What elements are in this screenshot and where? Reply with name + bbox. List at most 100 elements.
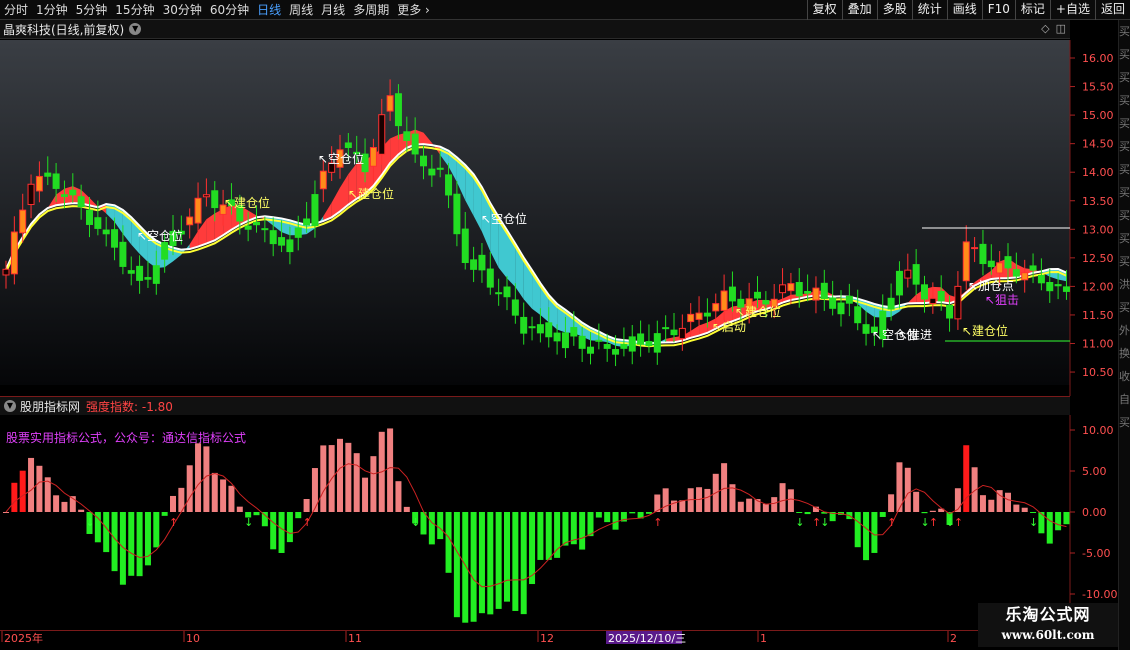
toolbar-button-8[interactable]: 返回 bbox=[1094, 0, 1130, 20]
toolbar-button-5[interactable]: F10 bbox=[981, 0, 1015, 20]
candle-body bbox=[937, 290, 945, 302]
candle-body bbox=[795, 282, 803, 297]
buy-arrow-icon: ↑ bbox=[169, 516, 178, 529]
histogram-bar bbox=[988, 499, 995, 512]
candle-body bbox=[420, 155, 427, 167]
candle-body bbox=[69, 189, 77, 196]
annotation-label: ↖建仓位 bbox=[224, 195, 270, 210]
price-tick-label: 15.00 bbox=[1082, 109, 1114, 122]
candle-body bbox=[136, 265, 144, 281]
histogram-bar bbox=[1021, 507, 1028, 512]
period-tab-2[interactable]: 5分钟 bbox=[72, 0, 112, 20]
strip-char: 换 bbox=[1119, 347, 1130, 360]
histogram-bar bbox=[595, 512, 602, 518]
histogram-bar bbox=[36, 465, 43, 512]
site-logo: 乐淘公式网 www.60lt.com bbox=[978, 603, 1118, 647]
candle-body bbox=[194, 197, 202, 224]
candle-body bbox=[528, 326, 536, 329]
candle-body bbox=[2, 268, 10, 276]
candle-body bbox=[670, 329, 678, 336]
histogram-bar bbox=[186, 465, 193, 512]
toolbar-button-7[interactable]: +自选 bbox=[1049, 0, 1095, 20]
period-tab-3[interactable]: 15分钟 bbox=[111, 0, 158, 20]
toolbar-button-2[interactable]: 多股 bbox=[876, 0, 912, 20]
period-tab-8[interactable]: 月线 bbox=[317, 0, 349, 20]
toolbar-button-6[interactable]: 标记 bbox=[1014, 0, 1050, 20]
period-tab-1[interactable]: 1分钟 bbox=[32, 0, 72, 20]
strip-char: 买 bbox=[1119, 71, 1130, 84]
diamond-icon[interactable]: ◇ bbox=[1041, 22, 1049, 35]
annotation-label: ↖狙击 bbox=[985, 293, 1019, 307]
histogram-bar bbox=[721, 463, 728, 512]
histogram-bar bbox=[320, 445, 327, 512]
candle-body bbox=[453, 193, 461, 235]
candle-body bbox=[19, 209, 27, 234]
annotation-label: ↖推进 bbox=[898, 328, 932, 342]
toolbar-button-0[interactable]: 复权 bbox=[806, 0, 842, 20]
histogram-bar bbox=[562, 512, 569, 546]
period-tab-4[interactable]: 30分钟 bbox=[159, 0, 206, 20]
candle-body bbox=[94, 217, 102, 229]
candle-body bbox=[862, 324, 870, 334]
histogram-bar bbox=[337, 438, 343, 512]
period-tab-10[interactable]: 更多 › bbox=[393, 0, 434, 20]
osc-tick-label: -10.00 bbox=[1082, 588, 1117, 601]
toolbar-button-3[interactable]: 统计 bbox=[911, 0, 947, 20]
candle-body bbox=[703, 312, 711, 317]
histogram-bar bbox=[453, 512, 460, 618]
candlestick-chart[interactable]: 16.00 15.50 15.00 14.50 14.00 13.50 13.00 12.50… bbox=[0, 40, 1118, 396]
candle-body bbox=[461, 228, 469, 264]
histogram-bar bbox=[78, 509, 85, 512]
candle-body bbox=[545, 322, 553, 338]
period-tab-7[interactable]: 周线 bbox=[285, 0, 317, 20]
chevron-down-icon[interactable]: ▼ bbox=[129, 23, 142, 35]
histogram-bar bbox=[470, 512, 477, 622]
candle-body bbox=[787, 283, 795, 292]
histogram-bar bbox=[1005, 492, 1011, 512]
candle-body bbox=[1012, 269, 1020, 277]
annotation-label: ↖建仓位 bbox=[735, 304, 781, 319]
osc-tick-label: 10.00 bbox=[1082, 424, 1114, 437]
period-tab-5[interactable]: 60分钟 bbox=[206, 0, 253, 20]
period-tab-0[interactable]: 分时 bbox=[0, 0, 32, 20]
candle-body bbox=[603, 344, 611, 349]
candle-body bbox=[570, 327, 578, 337]
histogram-bar bbox=[954, 488, 961, 512]
annotation-label: ↖空仓位 bbox=[318, 151, 364, 166]
histogram-bar bbox=[520, 512, 527, 615]
histogram-bar bbox=[478, 512, 485, 614]
candle-body bbox=[1004, 256, 1012, 269]
candle-body bbox=[152, 265, 160, 284]
price-tick-label: 10.50 bbox=[1082, 366, 1114, 379]
oscillator-chart[interactable]: 股票实用指标公式，公众号：通达信指标公式 ↓ ↑ ↓ ↑ ↓ ↑ ↓ ↑ ↓ ↑ ↓ ↑ ↓ ↑ ↓ 10.… bbox=[0, 415, 1118, 630]
toolbar-button-4[interactable]: 画线 bbox=[946, 0, 982, 20]
strip-char: 买 bbox=[1119, 117, 1130, 130]
candle-body bbox=[1046, 281, 1054, 292]
histogram-bar bbox=[3, 512, 9, 513]
histogram-bar bbox=[921, 512, 928, 514]
price-tick-label: 13.50 bbox=[1082, 195, 1114, 208]
chevron-down-icon[interactable]: ▼ bbox=[4, 400, 16, 412]
histogram-bar bbox=[161, 512, 168, 516]
histogram-bar bbox=[395, 481, 402, 512]
candle-body bbox=[378, 114, 386, 155]
candle-body bbox=[269, 230, 277, 245]
osc-axis: 10.00 5.00 0.00 -5.00 -10.00 bbox=[1070, 424, 1117, 601]
histogram-bar bbox=[679, 500, 686, 512]
sell-arrow-icon: ↓ bbox=[820, 516, 829, 529]
candle-body bbox=[912, 264, 920, 285]
logo-title: 乐淘公式网 bbox=[1005, 605, 1091, 624]
histogram-bar bbox=[604, 512, 611, 523]
period-tab-9[interactable]: 多周期 bbox=[349, 0, 393, 20]
candle-body bbox=[929, 297, 937, 305]
candle-body bbox=[52, 173, 60, 189]
window-icon[interactable]: ◫ bbox=[1056, 22, 1066, 35]
strip-char: 买 bbox=[1119, 232, 1130, 245]
candle-body bbox=[428, 168, 436, 176]
osc-tick-label: 5.00 bbox=[1082, 465, 1107, 478]
strip-char: 买 bbox=[1119, 48, 1130, 61]
period-tab-6[interactable]: 日线 bbox=[253, 0, 285, 20]
buy-arrow-icon: ↑ bbox=[887, 516, 896, 529]
histogram-bar bbox=[1013, 504, 1020, 512]
toolbar-button-1[interactable]: 叠加 bbox=[841, 0, 877, 20]
